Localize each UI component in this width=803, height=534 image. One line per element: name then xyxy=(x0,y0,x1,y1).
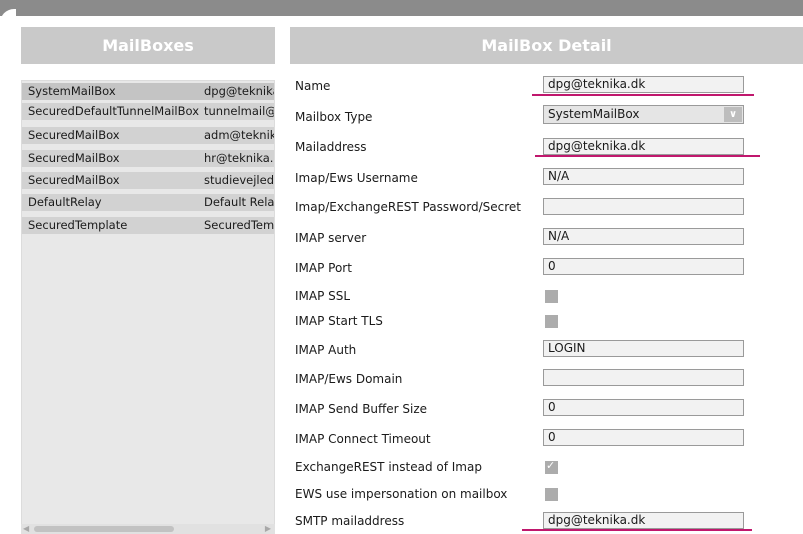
imap-ssl-label: IMAP SSL xyxy=(295,289,351,303)
mailaddress-field[interactable]: dpg@teknika.dk xyxy=(543,138,744,155)
scroll-right-icon[interactable]: ▶ xyxy=(265,525,271,533)
mailbox-detail-header: MailBox Detail xyxy=(290,27,803,64)
list-item-address: dpg@teknika.dk xyxy=(204,84,274,98)
imap-send-buffer-field[interactable]: 0 xyxy=(543,399,744,416)
imap-start-tls-label: IMAP Start TLS xyxy=(295,314,383,328)
list-item[interactable]: SecuredTemplate SecuredTemplate xyxy=(22,217,275,234)
list-item[interactable]: SecuredMailBox studievejleder@teknika.dk xyxy=(22,172,275,189)
list-item[interactable]: DefaultRelay Default Relay xyxy=(22,194,275,211)
mailbox-type-label: Mailbox Type xyxy=(295,110,373,124)
list-item-address: studievejleder@teknika.dk xyxy=(204,173,275,187)
list-item-type: SystemMailBox xyxy=(28,84,116,98)
list-item-type: SecuredMailBox xyxy=(28,128,120,142)
smtp-mailaddress-field[interactable]: dpg@teknika.dk xyxy=(543,512,744,529)
exchange-rest-label: ExchangeREST instead of Imap xyxy=(295,460,482,474)
list-item-type: SecuredMailBox xyxy=(28,173,120,187)
name-field[interactable]: dpg@teknika.dk xyxy=(543,76,744,93)
imap-server-field[interactable]: N/A xyxy=(543,228,744,245)
list-horizontal-scrollbar[interactable]: ◀ ▶ xyxy=(21,524,275,534)
exchange-rest-checkbox[interactable]: ✓ xyxy=(545,459,558,474)
imap-server-label: IMAP server xyxy=(295,231,367,245)
window-top-bar xyxy=(0,0,803,16)
list-item-address: hr@teknika.dk xyxy=(204,151,274,165)
imap-password-field[interactable] xyxy=(543,198,744,215)
imap-start-tls-checkbox[interactable] xyxy=(545,315,558,328)
list-item-address: Default Relay xyxy=(204,195,275,209)
checkmark-icon: ✓ xyxy=(546,459,556,472)
imap-password-label: Imap/ExchangeREST Password/Secret xyxy=(295,200,522,214)
list-item[interactable]: SecuredDefaultTunnelMailBox tunnelmail@t… xyxy=(22,103,274,120)
list-item-type: SecuredTemplate xyxy=(28,218,128,232)
list-item[interactable]: SecuredMailBox adm@teknika.dk xyxy=(22,127,275,144)
mailbox-type-select[interactable]: SystemMailBox ∨ xyxy=(543,105,744,124)
mailboxes-title: MailBoxes xyxy=(102,36,194,55)
imap-domain-label: IMAP/Ews Domain xyxy=(295,372,403,386)
list-item-address: SecuredTemplate xyxy=(204,218,275,232)
name-label: Name xyxy=(295,79,331,93)
mailaddress-label: Mailaddress xyxy=(295,140,367,154)
imap-auth-label: IMAP Auth xyxy=(295,343,357,357)
list-item-address: tunnelmail@teknika.dk xyxy=(204,104,274,118)
imap-port-label: IMAP Port xyxy=(295,261,352,275)
mailboxes-header: MailBoxes xyxy=(21,27,275,64)
list-item[interactable]: SystemMailBox dpg@teknika.dk xyxy=(22,83,274,100)
smtp-mailaddress-label: SMTP mailaddress xyxy=(295,514,405,528)
list-item-type: SecuredMailBox xyxy=(28,151,120,165)
imap-username-field[interactable]: N/A xyxy=(543,168,744,185)
smtp-mailaddress-underline xyxy=(522,529,752,531)
imap-username-label: Imap/Ews Username xyxy=(295,171,418,185)
chevron-down-icon[interactable]: ∨ xyxy=(724,107,742,122)
imap-domain-field[interactable] xyxy=(543,369,744,386)
list-item-type: DefaultRelay xyxy=(28,195,102,209)
ews-impersonation-label: EWS use impersonation on mailbox xyxy=(295,487,508,501)
imap-ssl-checkbox[interactable] xyxy=(545,290,558,303)
list-item[interactable]: SecuredMailBox hr@teknika.dk xyxy=(22,150,274,167)
list-item-address: adm@teknika.dk xyxy=(204,128,275,142)
imap-send-buffer-label: IMAP Send Buffer Size xyxy=(295,402,428,416)
imap-port-field[interactable]: 0 xyxy=(543,258,744,275)
mailbox-list[interactable]: SystemMailBox dpg@teknika.dk SecuredDefa… xyxy=(21,80,275,534)
mailbox-type-value: SystemMailBox xyxy=(548,107,640,121)
imap-connect-timeout-label: IMAP Connect Timeout xyxy=(295,432,431,446)
name-underline xyxy=(532,94,754,96)
mailaddress-underline xyxy=(535,155,760,157)
scroll-left-icon[interactable]: ◀ xyxy=(23,525,29,533)
mailbox-detail-title: MailBox Detail xyxy=(481,36,612,55)
ews-impersonation-checkbox[interactable] xyxy=(545,488,558,501)
list-item-type: SecuredDefaultTunnelMailBox xyxy=(28,104,200,118)
imap-connect-timeout-field[interactable]: 0 xyxy=(543,429,744,446)
scrollbar-thumb[interactable] xyxy=(34,526,174,532)
imap-auth-field[interactable]: LOGIN xyxy=(543,340,744,357)
